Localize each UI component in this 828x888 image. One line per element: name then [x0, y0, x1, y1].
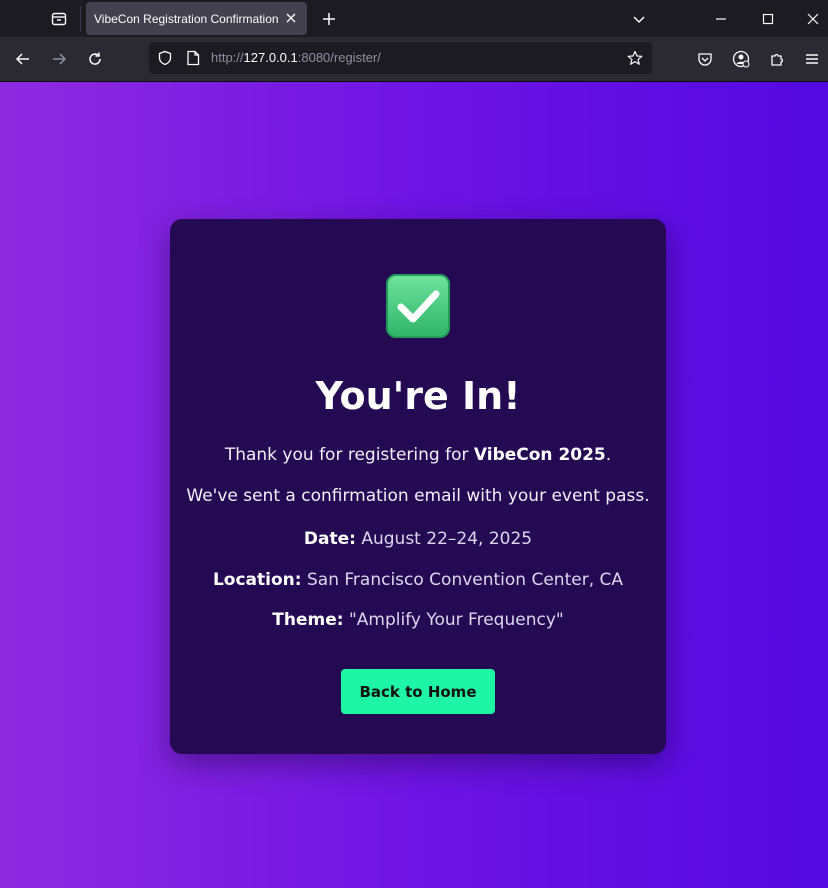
page-background: You're In! Thank you for registering for…: [0, 82, 828, 888]
theme-label: Theme:: [272, 610, 344, 630]
bookmark-star-icon[interactable]: [626, 49, 644, 67]
date-label: Date:: [303, 529, 356, 549]
reload-icon[interactable]: [83, 47, 107, 71]
confirmation-card: You're In! Thank you for registering for…: [170, 219, 666, 754]
new-tab-icon[interactable]: [318, 8, 340, 30]
minimize-icon[interactable]: [708, 6, 734, 32]
thank-you-suffix: .: [605, 445, 612, 465]
tab-separator: [80, 6, 81, 32]
theme-value: "Amplify Your Frequency": [343, 610, 564, 630]
back-to-home-button[interactable]: Back to Home: [341, 669, 495, 714]
check-mark-button-icon: [386, 274, 450, 338]
account-icon[interactable]: [729, 47, 753, 71]
close-window-icon[interactable]: [800, 6, 826, 32]
event-location: Location: San Francisco Convention Cente…: [170, 570, 666, 590]
maximize-icon[interactable]: [755, 6, 781, 32]
shield-icon[interactable]: [156, 49, 174, 67]
close-tab-icon[interactable]: [283, 10, 299, 26]
url-bar[interactable]: http://127.0.0.1:8080/register/: [149, 42, 652, 74]
navigation-bar: http://127.0.0.1:8080/register/: [0, 37, 828, 82]
page-icon: [184, 49, 202, 67]
back-arrow-icon[interactable]: [11, 47, 35, 71]
tab-active[interactable]: VibeCon Registration Confirmation: [86, 2, 307, 35]
thank-you-message: Thank you for registering for VibeCon 20…: [170, 445, 666, 465]
event-theme: Theme: "Amplify Your Frequency": [170, 610, 666, 630]
url-host: 127.0.0.1: [243, 50, 298, 65]
url-scheme: http://: [211, 50, 244, 65]
tab-title: VibeCon Registration Confirmation: [94, 11, 279, 26]
event-date: Date: August 22–24, 2025: [170, 529, 666, 549]
chevron-down-icon[interactable]: [628, 8, 650, 30]
pocket-icon[interactable]: [693, 47, 717, 71]
location-label: Location:: [212, 570, 302, 590]
date-value: August 22–24, 2025: [355, 529, 533, 549]
forward-arrow-icon[interactable]: [47, 47, 71, 71]
tab-bar: VibeCon Registration Confirmation: [0, 0, 828, 37]
extensions-icon[interactable]: [765, 47, 789, 71]
event-name: VibeCon 2025: [473, 445, 606, 465]
url-text[interactable]: http://127.0.0.1:8080/register/: [211, 50, 381, 65]
url-path: :8080/register/: [297, 50, 381, 65]
confirmation-heading: You're In!: [315, 374, 521, 418]
location-value: San Francisco Convention Center, CA: [301, 570, 624, 590]
menu-icon[interactable]: [800, 47, 824, 71]
thank-you-text: Thank you for registering for: [224, 445, 474, 465]
email-note: We've sent a confirmation email with you…: [186, 486, 650, 506]
firefox-view-icon[interactable]: [48, 8, 70, 30]
